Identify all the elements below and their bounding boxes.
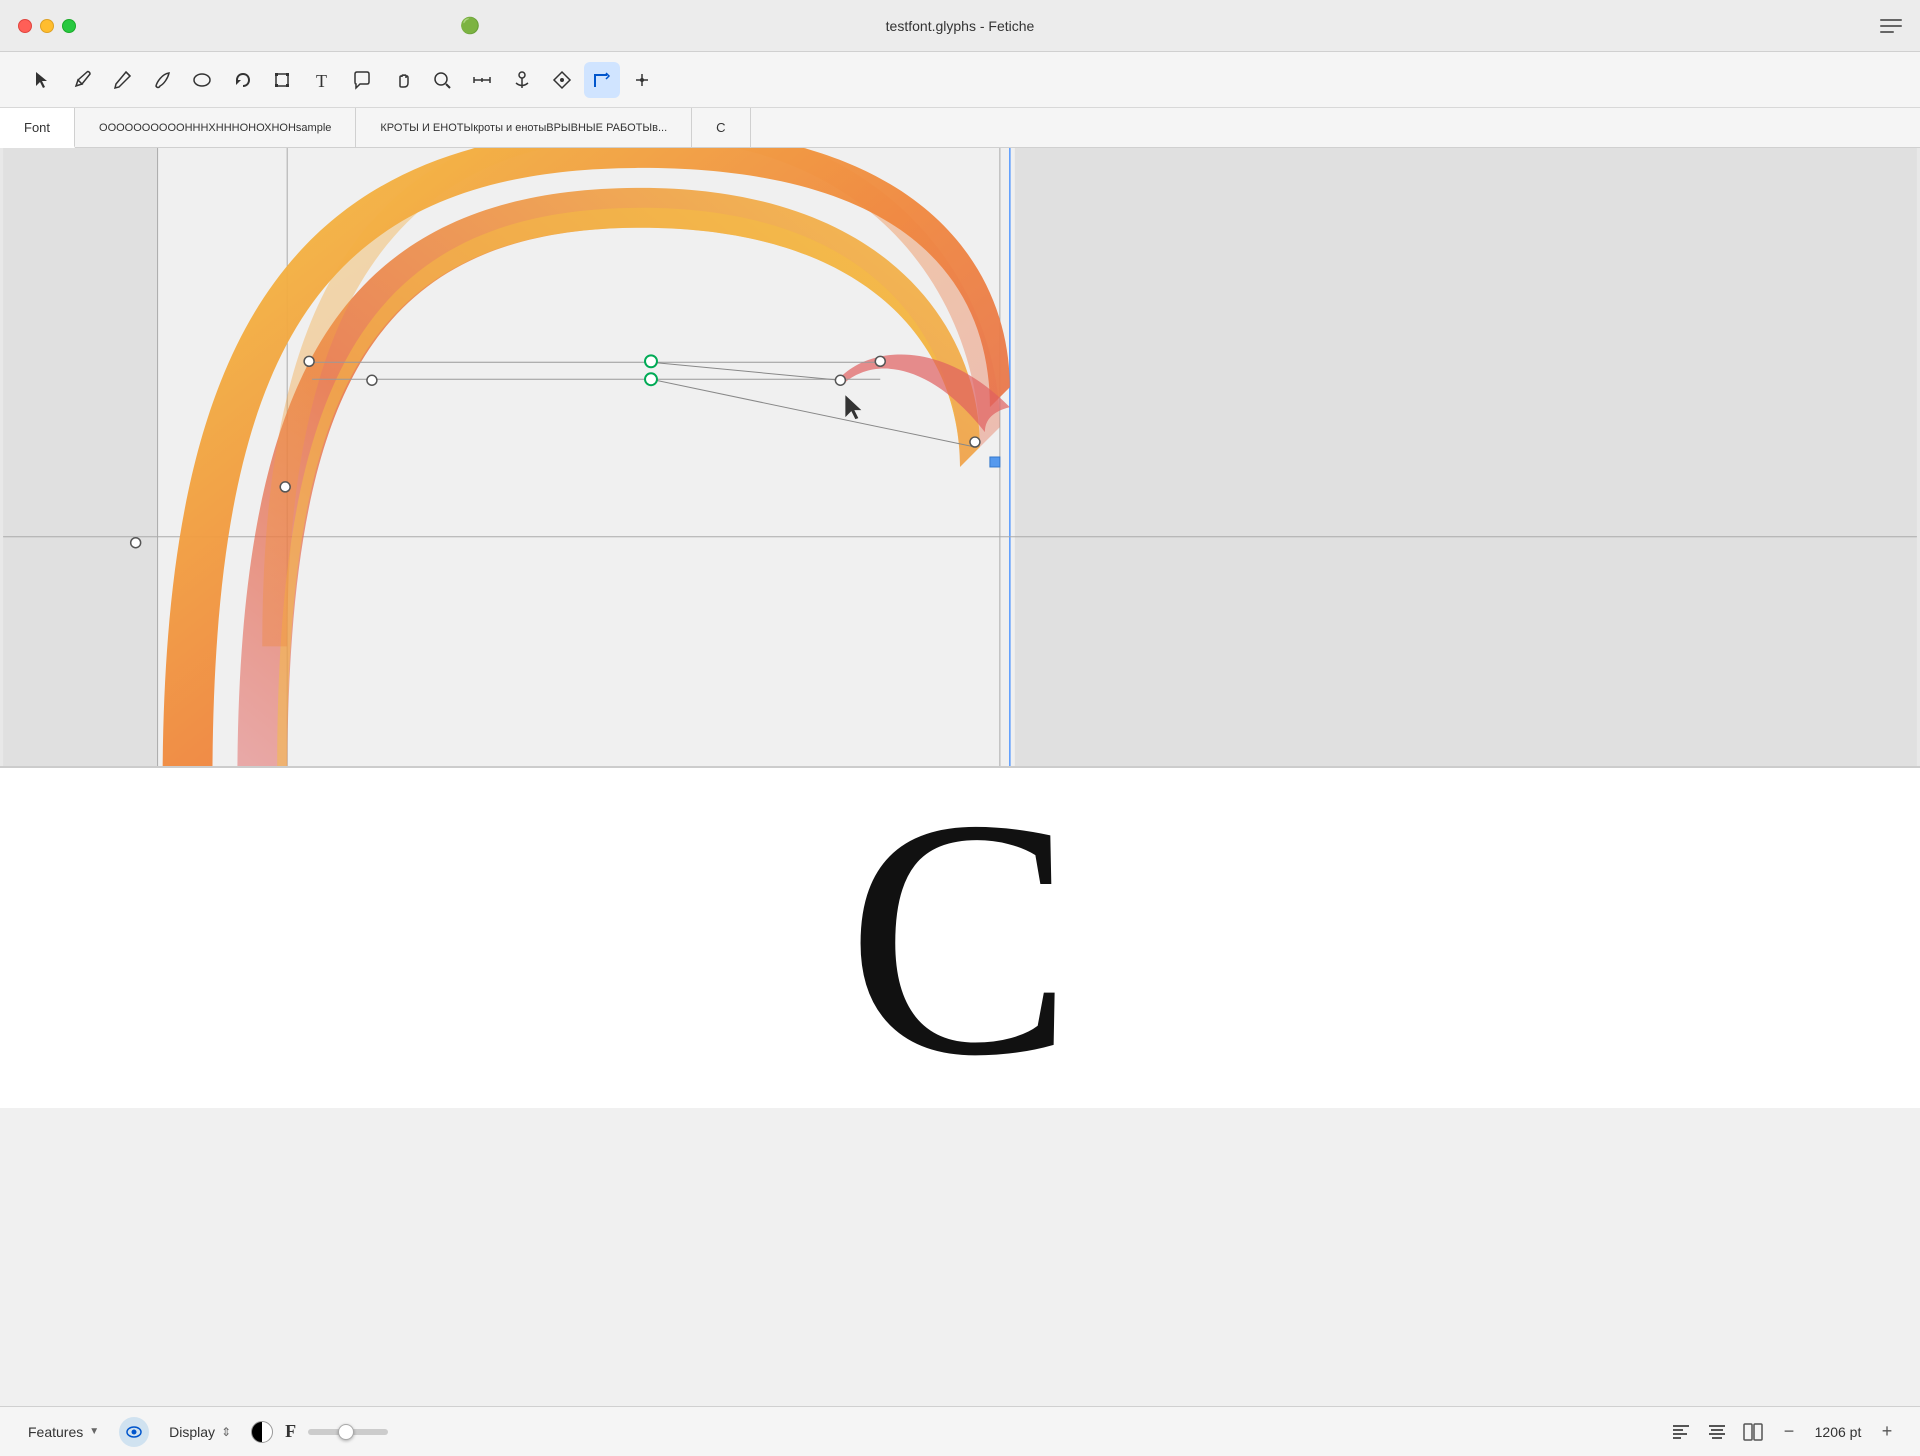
tab-2[interactable]: ООООООООООНННХНННОНОХНОНsample xyxy=(75,108,356,147)
close-button[interactable] xyxy=(18,19,32,33)
measure-tool[interactable] xyxy=(464,62,500,98)
columns-icon[interactable] xyxy=(1740,1419,1766,1445)
transform-tool[interactable] xyxy=(264,62,300,98)
zoom-value: 1206 pt xyxy=(1808,1424,1868,1440)
title-bar: 🟢 testfont.glyphs - Fetiche xyxy=(0,0,1920,52)
zoom-controls: − 1206 pt + xyxy=(1776,1419,1900,1445)
corner-tool[interactable] xyxy=(584,62,620,98)
svg-text:T: T xyxy=(316,71,327,90)
bottom-left-controls: Features ▼ Display ⇕ F xyxy=(20,1417,388,1447)
eye-button[interactable] xyxy=(119,1417,149,1447)
pencil-tool[interactable] xyxy=(104,62,140,98)
brush-tool[interactable] xyxy=(144,62,180,98)
zoom-tool[interactable] xyxy=(424,62,460,98)
ellipse-tool[interactable] xyxy=(184,62,220,98)
node-tool[interactable] xyxy=(624,62,660,98)
features-button[interactable]: Features ▼ xyxy=(20,1420,107,1444)
speech-tool[interactable] xyxy=(344,62,380,98)
zoom-plus-button[interactable]: + xyxy=(1874,1419,1900,1445)
toolbar: T xyxy=(0,52,1920,108)
hand-tool[interactable] xyxy=(384,62,420,98)
window-title: testfont.glyphs - Fetiche xyxy=(886,18,1035,34)
display-button[interactable]: Display ⇕ xyxy=(161,1420,239,1444)
traffic-lights xyxy=(18,19,76,33)
bottom-bar: Features ▼ Display ⇕ F − xyxy=(0,1406,1920,1456)
undo-tool[interactable] xyxy=(224,62,260,98)
bottom-right-controls: − 1206 pt + xyxy=(1668,1419,1900,1445)
control-point-off-curve xyxy=(304,356,314,366)
glyph-editor-svg[interactable] xyxy=(0,148,1920,766)
tab-font[interactable]: Font xyxy=(0,108,75,148)
font-style-icon[interactable]: F xyxy=(285,1421,296,1442)
contrast-icon[interactable] xyxy=(251,1421,273,1443)
minimize-button[interactable] xyxy=(40,19,54,33)
anchor-tool[interactable] xyxy=(504,62,540,98)
align-left-icon[interactable] xyxy=(1668,1419,1694,1445)
app-icon: 🟢 xyxy=(460,16,480,36)
editor-canvas xyxy=(0,148,1920,768)
shape-tool[interactable] xyxy=(544,62,580,98)
sidebar-toggle-button[interactable] xyxy=(1880,17,1902,35)
display-stepper-icon: ⇕ xyxy=(221,1425,231,1439)
features-label: Features xyxy=(28,1424,83,1440)
slider-thumb xyxy=(338,1424,354,1440)
tab-4[interactable]: C xyxy=(692,108,750,147)
tab-3[interactable]: КРОТЫ И ЕНОТЫкроты и енотыВРЫВНЫЕ РАБОТЫ… xyxy=(356,108,692,147)
maximize-button[interactable] xyxy=(62,19,76,33)
select-tool[interactable] xyxy=(24,62,60,98)
display-label: Display xyxy=(169,1424,215,1440)
tabs-bar: Font ООООООООООНННХНННОНОХНОНsample КРОТ… xyxy=(0,108,1920,148)
preview-area: C xyxy=(0,768,1920,1108)
pen-tool[interactable] xyxy=(64,62,100,98)
font-weight-slider[interactable] xyxy=(308,1429,388,1435)
features-chevron-icon: ▼ xyxy=(89,1426,99,1437)
align-center-icon[interactable] xyxy=(1704,1419,1730,1445)
zoom-minus-button[interactable]: − xyxy=(1776,1419,1802,1445)
text-tool[interactable]: T xyxy=(304,62,340,98)
glyph-preview: C xyxy=(847,768,1074,1108)
eye-icon xyxy=(126,1424,142,1440)
